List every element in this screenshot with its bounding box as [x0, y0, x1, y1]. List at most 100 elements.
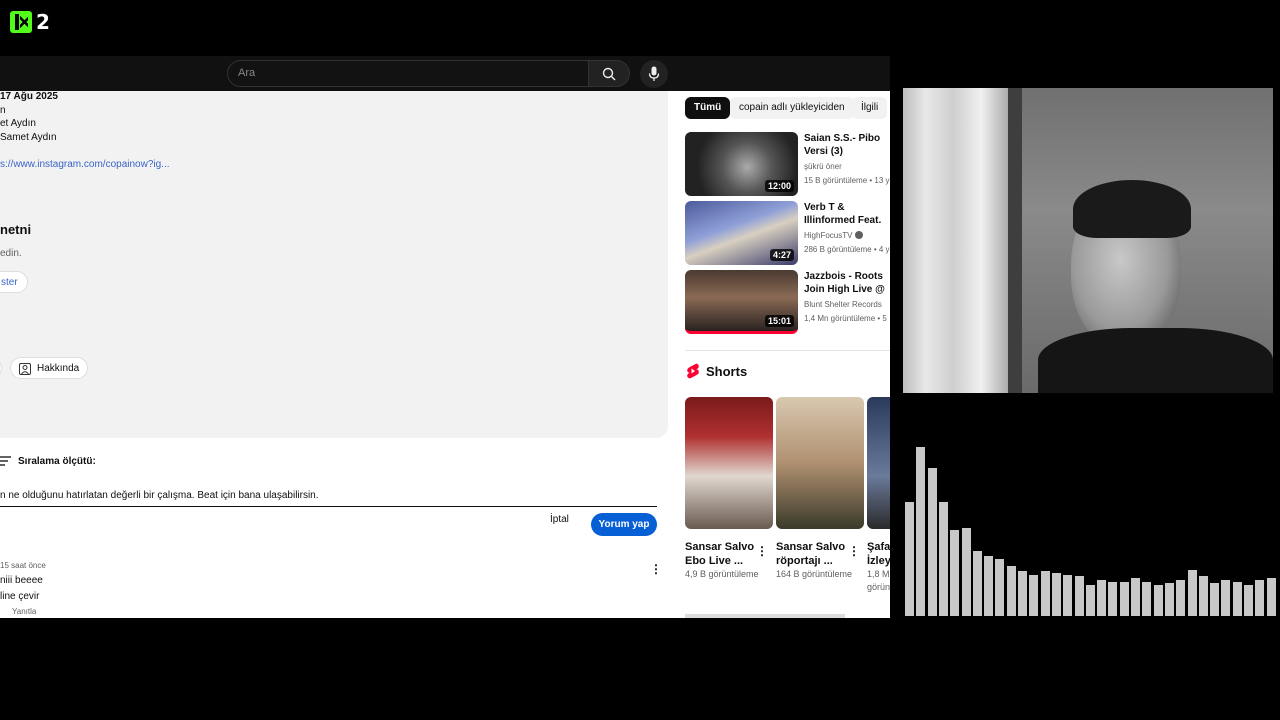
audio-level-bar: [1221, 580, 1231, 616]
mic-icon: [648, 66, 660, 81]
audio-level-bar: [1108, 582, 1118, 616]
window-frame: [1008, 88, 1022, 393]
sort-label[interactable]: Sıralama ölçütü:: [18, 456, 96, 467]
audio-level-bar: [1176, 580, 1186, 616]
video-meta: 15 B görüntüleme • 13 y: [804, 176, 890, 185]
related-video[interactable]: 12:00 Saian S.S.- Pibo Versi (3) şükrü ö…: [685, 132, 890, 196]
search-input[interactable]: Ara: [227, 60, 589, 87]
video-duration: 12:00: [764, 180, 794, 192]
show-transcript-label: ster: [1, 277, 18, 288]
audio-level-bar: [1255, 580, 1265, 616]
audio-level-bar: [1040, 571, 1050, 616]
description-date: 17 Ağu 2025: [0, 91, 58, 102]
youtube-topbar: Ara: [0, 56, 890, 91]
audio-level-bar: [1085, 585, 1095, 616]
short-views: 4,9 B görüntüleme: [685, 569, 759, 579]
audio-level-bar: [1187, 570, 1197, 616]
comment-text: niii beeee: [0, 575, 43, 586]
video-thumbnail[interactable]: 4:27: [685, 201, 798, 265]
comment-time: 15 saat önce: [0, 561, 46, 570]
channel-name[interactable]: HighFocusTV: [804, 231, 863, 240]
person-hair: [1073, 180, 1191, 238]
audio-level-bar: [905, 502, 914, 616]
audio-level-bar: [1131, 578, 1140, 616]
short-menu-icon[interactable]: ⋮: [848, 544, 860, 558]
related-sidebar: Tümü copain adlı yükleyiciden İlgili 12:…: [678, 91, 890, 618]
channel-name[interactable]: Blunt Shelter Records: [804, 300, 882, 309]
search-button[interactable]: [588, 60, 630, 87]
about-label: Hakkında: [37, 363, 80, 374]
video-thumbnail[interactable]: 15:01: [685, 270, 798, 334]
channel-name[interactable]: şükrü öner: [804, 162, 842, 171]
description-line: et Aydın: [0, 118, 36, 129]
audio-level-bar: [1029, 575, 1039, 616]
short-thumbnail[interactable]: [685, 397, 773, 529]
video-title[interactable]: Verb T & Illinformed Feat. The Four Owls: [804, 201, 890, 228]
translate-link[interactable]: line çevir: [0, 591, 39, 602]
audio-level-bar: [1198, 576, 1208, 616]
stream-overlay: 2 Ara 17 Ağu 2025 n et Aydın Samet Aydın…: [0, 0, 1280, 720]
audio-level-bar: [1142, 582, 1152, 616]
short-title[interactable]: Sansar Salvo Ebo Live ...: [685, 540, 765, 568]
video-duration: 15:01: [764, 315, 794, 327]
video-meta: 1,4 Mn görüntüleme • 5: [804, 314, 887, 323]
webcam-feed: [903, 88, 1273, 393]
show-transcript-button[interactable]: ster: [0, 271, 28, 293]
audio-level-bar: [1063, 575, 1073, 616]
audio-level-bar: [938, 502, 948, 616]
description-line: Samet Aydın: [0, 132, 57, 143]
reply-button[interactable]: Yanıtla: [12, 607, 36, 616]
submit-comment-button[interactable]: Yorum yap: [591, 513, 657, 536]
chip-all[interactable]: Tümü: [685, 97, 731, 119]
logo-number: 2: [36, 10, 50, 34]
cancel-button[interactable]: İptal: [550, 514, 569, 525]
verified-icon: [854, 231, 863, 239]
comment-input-underline: [0, 506, 657, 507]
shorts-heading: Shorts: [706, 363, 748, 379]
chip-from-uploader[interactable]: copain adlı yükleyiciden: [730, 97, 854, 119]
audio-level-bar: [1244, 585, 1253, 616]
comments-section: Sıralama ölçütü: n ne olduğunu hatırlata…: [0, 438, 668, 618]
audio-level-bar: [961, 528, 971, 616]
audio-level-bar: [1266, 578, 1276, 616]
shorts-icon: [687, 363, 699, 379]
shorts-header: Shorts: [686, 363, 747, 379]
search-icon: [602, 67, 616, 81]
video-thumbnail[interactable]: 12:00: [685, 132, 798, 196]
audio-level-bar: [1097, 580, 1107, 616]
chip-related[interactable]: İlgili: [852, 97, 888, 119]
audio-level-bar: [972, 551, 982, 616]
short-menu-icon[interactable]: ⋮: [756, 544, 768, 558]
video-title[interactable]: Saian S.S.- Pibo Versi (3): [804, 132, 890, 159]
short-title[interactable]: Sansar Salvo röportajı ...: [776, 540, 856, 568]
audio-level-bar: [927, 468, 937, 616]
audio-level-bar: [1210, 583, 1220, 616]
short-views: 1,8 M görün: [867, 569, 890, 592]
person-frame-icon: [19, 363, 31, 375]
audio-level-bar: [1006, 566, 1016, 616]
audio-level-bar: [1119, 582, 1129, 616]
short-title[interactable]: Şafa İzley: [867, 540, 890, 568]
about-button[interactable]: Hakkında: [10, 357, 88, 379]
comment-draft-input[interactable]: n ne olduğunu hatırlatan değerli bir çal…: [0, 490, 319, 501]
transcript-heading: netni: [0, 222, 32, 237]
audio-level-bar: [950, 530, 960, 616]
instagram-link[interactable]: s://www.instagram.com/copainow?ig...: [0, 159, 170, 170]
audio-level-bar: [1164, 583, 1174, 616]
description-line: n: [0, 105, 6, 116]
chip-fragment[interactable]: [0, 357, 2, 379]
video-description: 17 Ağu 2025 n et Aydın Samet Aydın s://w…: [0, 91, 668, 438]
short-thumbnail[interactable]: [776, 397, 864, 529]
audio-level-bar: [916, 447, 926, 616]
short-views: 164 B görüntüleme: [776, 569, 853, 579]
video-title[interactable]: Jazzbois - Roots Join High Live @ Roots …: [804, 270, 890, 297]
audio-level-bar: [1051, 573, 1061, 616]
related-video[interactable]: 15:01 Jazzbois - Roots Join High Live @ …: [685, 270, 890, 334]
comment-menu-icon[interactable]: ⋮: [650, 562, 662, 576]
related-video[interactable]: 4:27 Verb T & Illinformed Feat. The Four…: [685, 201, 890, 265]
voice-search-button[interactable]: [640, 60, 668, 88]
audio-level-bar: [1074, 576, 1084, 616]
short-thumbnail[interactable]: [867, 397, 890, 529]
sort-icon[interactable]: [0, 456, 12, 466]
audio-visualizer: [903, 440, 1276, 616]
